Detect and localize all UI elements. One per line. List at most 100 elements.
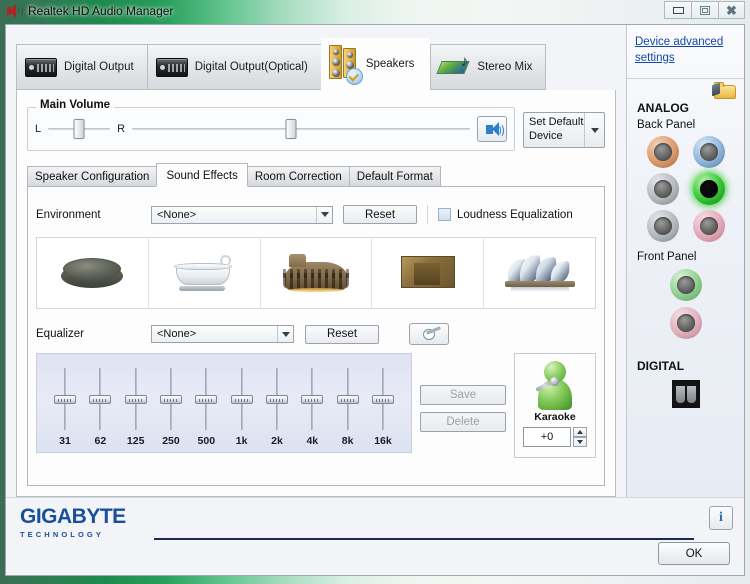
jack-blue[interactable] xyxy=(692,136,725,169)
main-window: Digital Output Digital Output(Optical) S… xyxy=(5,24,745,576)
eq-band-thumb[interactable] xyxy=(89,395,112,404)
karaoke-singer-icon[interactable] xyxy=(533,360,577,410)
jack-gray-2[interactable] xyxy=(646,210,679,243)
maximize-button[interactable] xyxy=(691,1,718,19)
loudness-equalization-checkbox[interactable] xyxy=(438,208,451,221)
balance-slider-thumb[interactable] xyxy=(73,119,85,139)
device-tab-stereo-mix[interactable]: ♪ Stereo Mix xyxy=(430,44,547,90)
jack-pink[interactable] xyxy=(692,210,725,243)
eq-band-250[interactable] xyxy=(157,368,185,430)
eq-band-125[interactable] xyxy=(122,368,150,430)
device-tab-label: Digital Output xyxy=(64,61,134,73)
eq-band-500[interactable] xyxy=(192,368,220,430)
jack-green-active[interactable] xyxy=(692,173,725,206)
equalizer-preset-button[interactable] xyxy=(409,323,449,345)
set-default-dropdown-arrow[interactable] xyxy=(584,113,604,147)
stone-room-thumbnail-icon xyxy=(61,256,124,290)
eq-band-62[interactable] xyxy=(86,368,114,430)
equalizer-label: Equalizer xyxy=(36,328,84,340)
karaoke-stepper: +0 xyxy=(523,427,587,447)
front-jack-green[interactable] xyxy=(669,269,702,302)
set-default-device-button[interactable]: Set Default Device xyxy=(523,112,605,148)
balance-left-label: L xyxy=(35,123,42,135)
device-tab-label: Speakers xyxy=(365,58,415,70)
environment-dropdown-arrow[interactable] xyxy=(316,206,332,223)
eq-band-thumb[interactable] xyxy=(336,395,359,404)
stereo-mix-icon: ♪ xyxy=(436,54,471,79)
equalizer-reset-button[interactable]: Reset xyxy=(305,324,379,344)
environment-dropdown[interactable]: <None> xyxy=(151,205,333,224)
karaoke-value[interactable]: +0 xyxy=(523,427,571,447)
environment-value: <None> xyxy=(157,208,197,221)
eq-band-thumb[interactable] xyxy=(371,395,394,404)
delete-button[interactable]: Delete xyxy=(420,412,506,432)
left-column: Digital Output Digital Output(Optical) S… xyxy=(6,25,626,497)
eq-band-thumb[interactable] xyxy=(301,395,324,404)
front-jack-pink[interactable] xyxy=(669,307,702,340)
tab-speaker-configuration[interactable]: Speaker Configuration xyxy=(27,166,158,186)
environment-preset-bathroom[interactable] xyxy=(149,238,261,308)
minimize-button[interactable] xyxy=(664,1,691,19)
device-tab-label: Stereo Mix xyxy=(477,61,533,73)
environment-row: Environment <None> Reset Loudness Equali… xyxy=(36,197,596,224)
eq-band-thumb[interactable] xyxy=(230,395,253,404)
eq-band-thumb[interactable] xyxy=(124,395,147,404)
footer-bar: GIGABYTE TECHNOLOGY i OK xyxy=(6,497,744,575)
window-title: Realtek HD Audio Manager xyxy=(28,4,174,18)
speakers-icon xyxy=(328,45,363,85)
device-tab-digital-output[interactable]: Digital Output xyxy=(16,44,147,90)
eq-band-16k[interactable] xyxy=(369,368,397,430)
tab-sound-effects[interactable]: Sound Effects xyxy=(156,163,248,187)
eq-label-62: 62 xyxy=(94,435,107,447)
eq-band-8k[interactable] xyxy=(334,368,362,430)
divider xyxy=(427,205,428,224)
eq-band-thumb[interactable] xyxy=(159,395,182,404)
digital-jack-icon[interactable] xyxy=(671,380,700,409)
volume-slider-thumb[interactable] xyxy=(285,119,297,139)
tab-room-correction[interactable]: Room Correction xyxy=(246,166,350,186)
equalizer-dropdown[interactable]: <None> xyxy=(151,325,294,343)
eq-band-2k[interactable] xyxy=(263,368,291,430)
eq-band-thumb[interactable] xyxy=(265,395,288,404)
environment-preset-arena[interactable] xyxy=(261,238,373,308)
arena-colosseum-thumbnail-icon xyxy=(282,254,349,292)
eq-band-1k[interactable] xyxy=(228,368,256,430)
environment-reset-button[interactable]: Reset xyxy=(343,205,417,224)
eq-band-thumb[interactable] xyxy=(195,395,218,404)
device-tab-strip: Digital Output Digital Output(Optical) S… xyxy=(16,36,626,90)
equalizer-dropdown-arrow[interactable] xyxy=(277,326,293,342)
device-tab-digital-output-optical[interactable]: Digital Output(Optical) xyxy=(146,44,321,90)
close-button[interactable]: ✖ xyxy=(718,1,745,19)
front-panel-jacks xyxy=(627,269,744,340)
karaoke-increment-button[interactable] xyxy=(573,427,587,437)
ok-button[interactable]: OK xyxy=(658,542,730,565)
device-advanced-settings-link[interactable]: Device advanced settings xyxy=(627,35,744,66)
footer-rule xyxy=(154,538,694,540)
balance-slider[interactable] xyxy=(48,119,111,139)
jack-orange[interactable] xyxy=(646,136,679,169)
mute-button[interactable] xyxy=(477,116,507,142)
save-button[interactable]: Save xyxy=(420,385,506,405)
tab-default-format[interactable]: Default Format xyxy=(348,166,441,186)
chevron-down-icon xyxy=(590,127,599,133)
eq-label-8k: 8k xyxy=(341,435,354,447)
eq-band-thumb[interactable] xyxy=(54,395,76,404)
environment-preset-concert-hall[interactable] xyxy=(484,238,595,308)
eq-label-31: 31 xyxy=(59,435,71,447)
karaoke-decrement-button[interactable] xyxy=(573,437,587,447)
folder-icon[interactable] xyxy=(712,82,736,100)
digital-output-icon xyxy=(25,57,57,77)
chevron-down-icon xyxy=(320,212,329,217)
set-default-line1: Set Default xyxy=(529,116,584,128)
eq-band-4k[interactable] xyxy=(298,368,326,430)
device-tab-speakers[interactable]: Speakers xyxy=(320,38,431,90)
info-button[interactable]: i xyxy=(709,506,733,530)
volume-slider[interactable] xyxy=(132,119,470,139)
equalizer-row: Equalizer <None> Reset xyxy=(36,323,596,345)
environment-preset-wooden-room[interactable] xyxy=(372,238,485,308)
environment-preset-stone-room[interactable] xyxy=(37,238,149,308)
jack-gray-1[interactable] xyxy=(646,173,679,206)
eq-label-1k: 1k xyxy=(235,435,248,447)
eq-band-31[interactable] xyxy=(51,368,79,430)
karaoke-spinner-arrows xyxy=(573,427,587,447)
